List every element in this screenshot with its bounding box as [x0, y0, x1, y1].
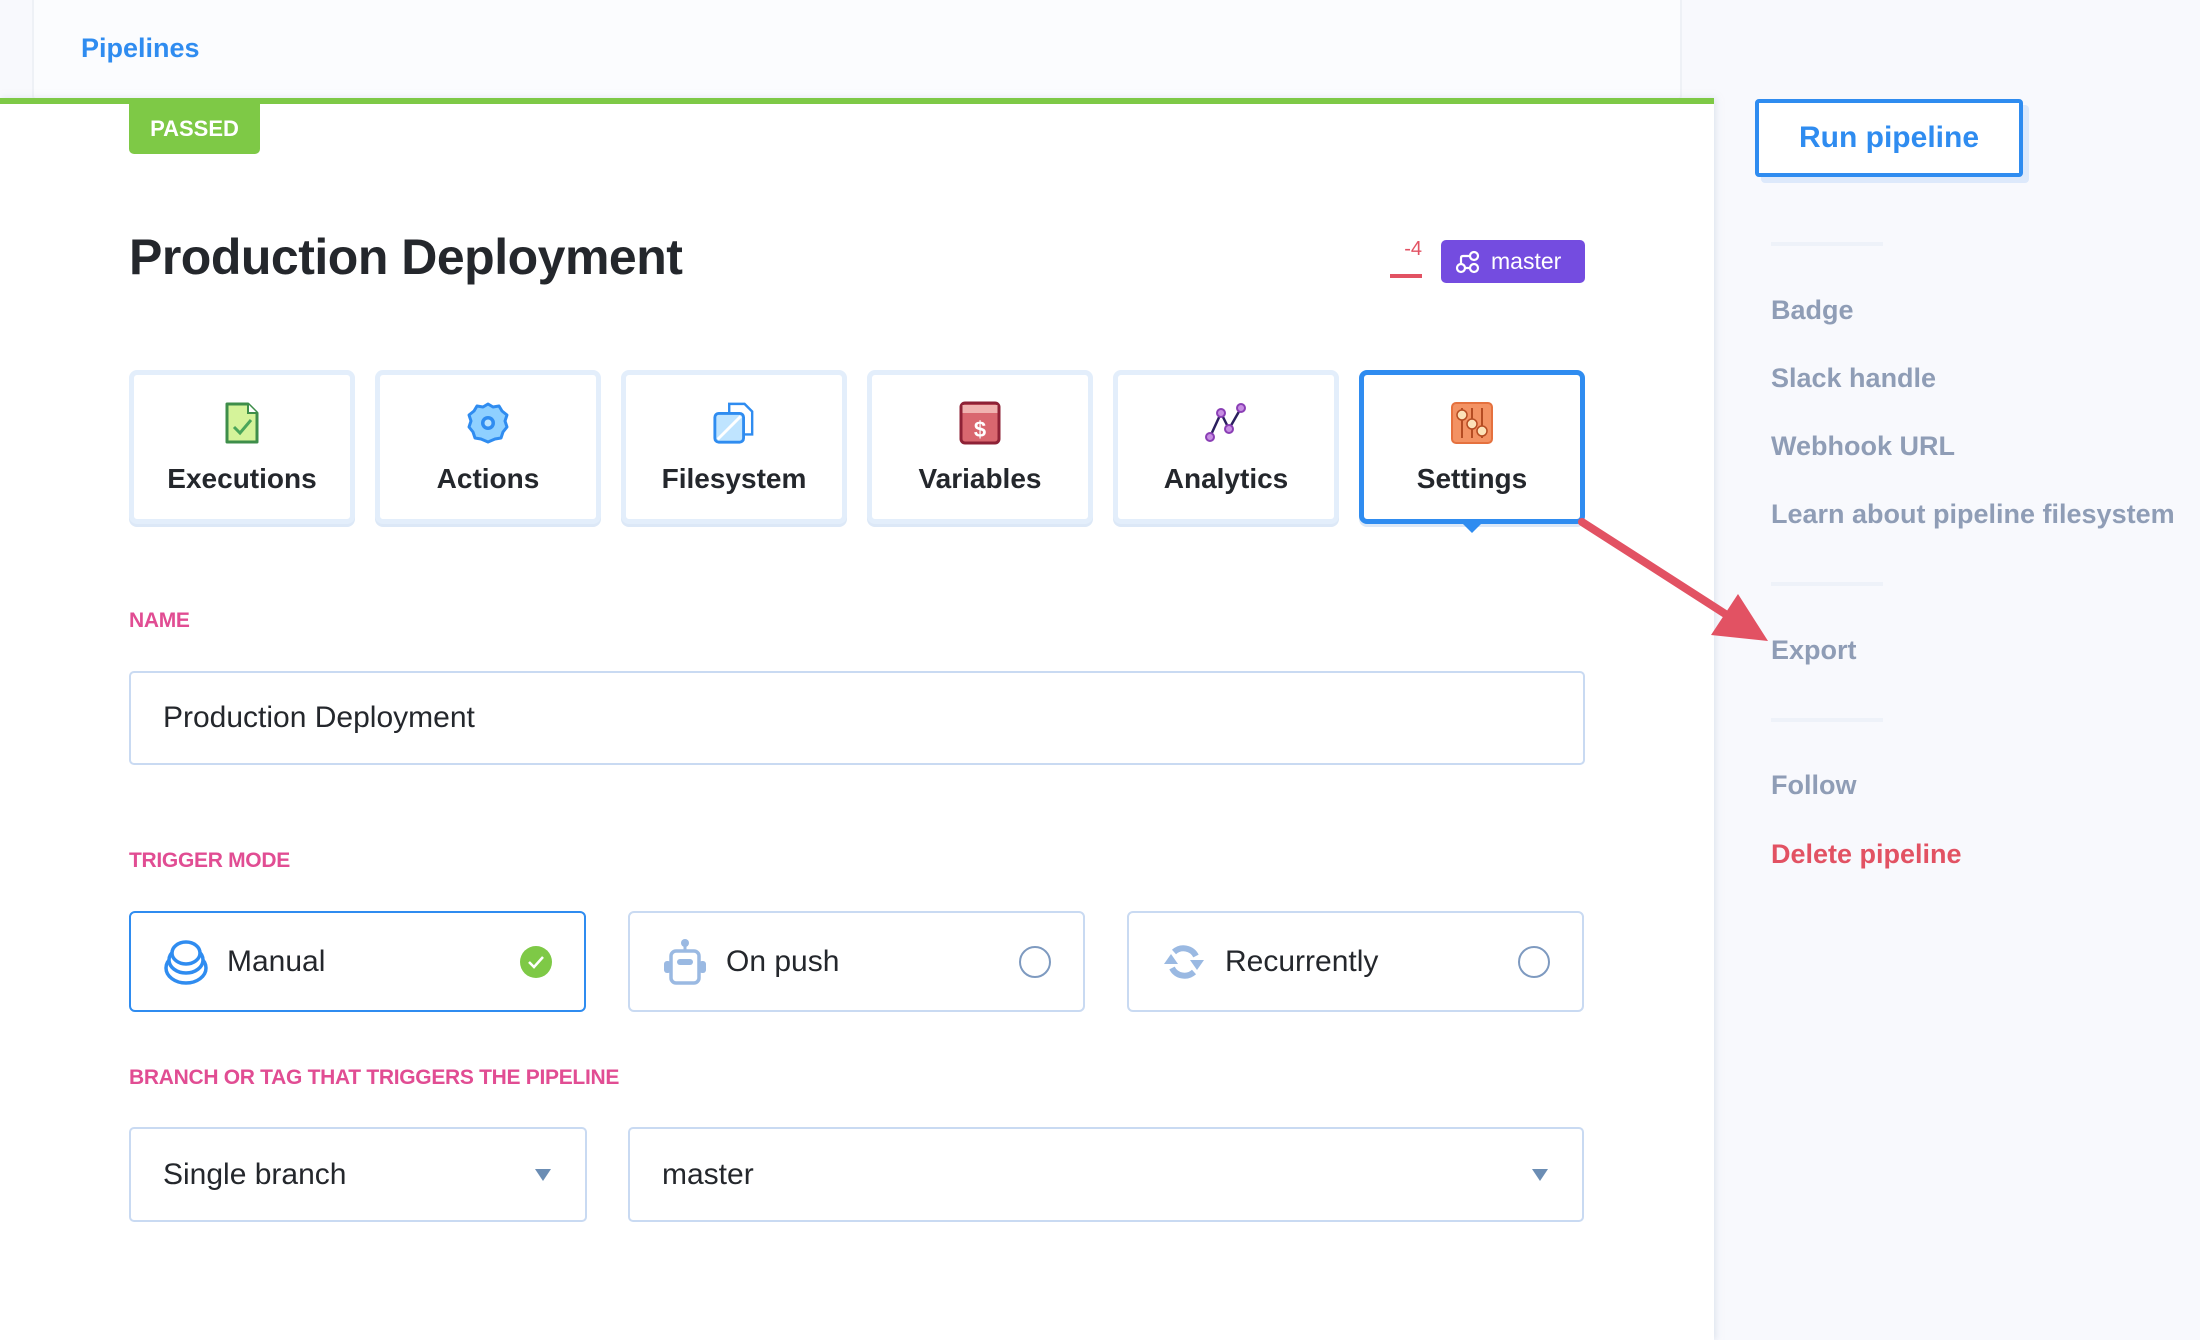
- stack-icon: [161, 937, 211, 987]
- branch-name: master: [1491, 248, 1562, 274]
- sidebar-link-learn-filesystem[interactable]: Learn about pipeline filesystem: [1771, 499, 2175, 530]
- tab-settings[interactable]: Settings: [1359, 370, 1585, 533]
- header-card: [32, 0, 1682, 100]
- tab-label: Analytics: [1163, 463, 1289, 494]
- trigger-manual-option[interactable]: Manual: [129, 911, 586, 1012]
- sidebar-link-delete-pipeline[interactable]: Delete pipeline: [1771, 839, 1962, 870]
- option-label: Manual: [227, 944, 326, 978]
- pipeline-tabs: Executions Actions Filesystem $ Variable…: [129, 370, 1585, 533]
- branch-type-select[interactable]: Single branch: [129, 1127, 587, 1222]
- robot-icon: [660, 937, 710, 987]
- tab-label: Settings: [1416, 463, 1528, 494]
- run-pipeline-button[interactable]: Run pipeline: [1755, 99, 2023, 177]
- sliders-icon: [1450, 401, 1494, 445]
- select-value: master: [662, 1157, 754, 1191]
- tab-filesystem[interactable]: Filesystem: [621, 370, 847, 524]
- caret-down-icon: [535, 1168, 551, 1181]
- commit-delta: -4: [1390, 238, 1422, 278]
- sidebar-link-badge[interactable]: Badge: [1771, 295, 1854, 326]
- trigger-recurrently-option[interactable]: Recurrently: [1127, 911, 1584, 1012]
- tab-variables[interactable]: $ Variables: [867, 370, 1093, 524]
- sidebar-divider: [1771, 582, 1883, 586]
- sidebar-link-export[interactable]: Export: [1771, 635, 1857, 666]
- sidebar-link-slack-handle[interactable]: Slack handle: [1771, 363, 1936, 394]
- name-label: NAME: [129, 609, 190, 632]
- sidebar-divider: [1771, 718, 1883, 722]
- tab-label: Actions: [436, 463, 540, 494]
- option-label: On push: [726, 944, 840, 978]
- sidebar-link-webhook-url[interactable]: Webhook URL: [1771, 431, 1955, 462]
- recurring-arrows-icon: [1159, 937, 1209, 987]
- tab-label: Filesystem: [661, 463, 807, 494]
- branch-label: BRANCH OR TAG THAT TRIGGERS THE PIPELINE: [129, 1066, 620, 1089]
- svg-text:$: $: [974, 417, 986, 442]
- radio-unchecked-icon[interactable]: [1019, 945, 1051, 978]
- select-value: Single branch: [163, 1157, 347, 1191]
- trigger-on-push-option[interactable]: On push: [628, 911, 1085, 1012]
- sidebar-divider: [1771, 242, 1883, 246]
- tab-executions[interactable]: Executions: [129, 370, 355, 524]
- file-check-icon: [220, 401, 264, 445]
- radio-checked-icon[interactable]: [520, 945, 552, 978]
- option-label: Recurrently: [1225, 944, 1379, 978]
- caret-down-icon: [1532, 1168, 1548, 1181]
- line-chart-icon: [1204, 401, 1248, 445]
- breadcrumb-pipelines[interactable]: Pipelines: [81, 33, 200, 64]
- radio-unchecked-icon[interactable]: [1518, 945, 1550, 978]
- tab-label: Variables: [918, 463, 1042, 494]
- gear-icon: [466, 401, 510, 445]
- branch-badge[interactable]: master: [1441, 240, 1585, 283]
- page-title: Production Deployment: [129, 229, 683, 285]
- branch-icon: [1455, 250, 1480, 273]
- tab-actions[interactable]: Actions: [375, 370, 601, 524]
- trigger-mode-label: TRIGGER MODE: [129, 849, 290, 872]
- branch-name-select[interactable]: master: [628, 1127, 1584, 1222]
- sidebar-link-follow[interactable]: Follow: [1771, 770, 1856, 801]
- pipeline-name-input[interactable]: [129, 671, 1585, 765]
- folder-file-icon: [712, 401, 756, 445]
- tab-label: Executions: [167, 463, 317, 494]
- tab-analytics[interactable]: Analytics: [1113, 370, 1339, 524]
- dollar-card-icon: $: [958, 401, 1002, 445]
- status-badge: PASSED: [129, 104, 260, 154]
